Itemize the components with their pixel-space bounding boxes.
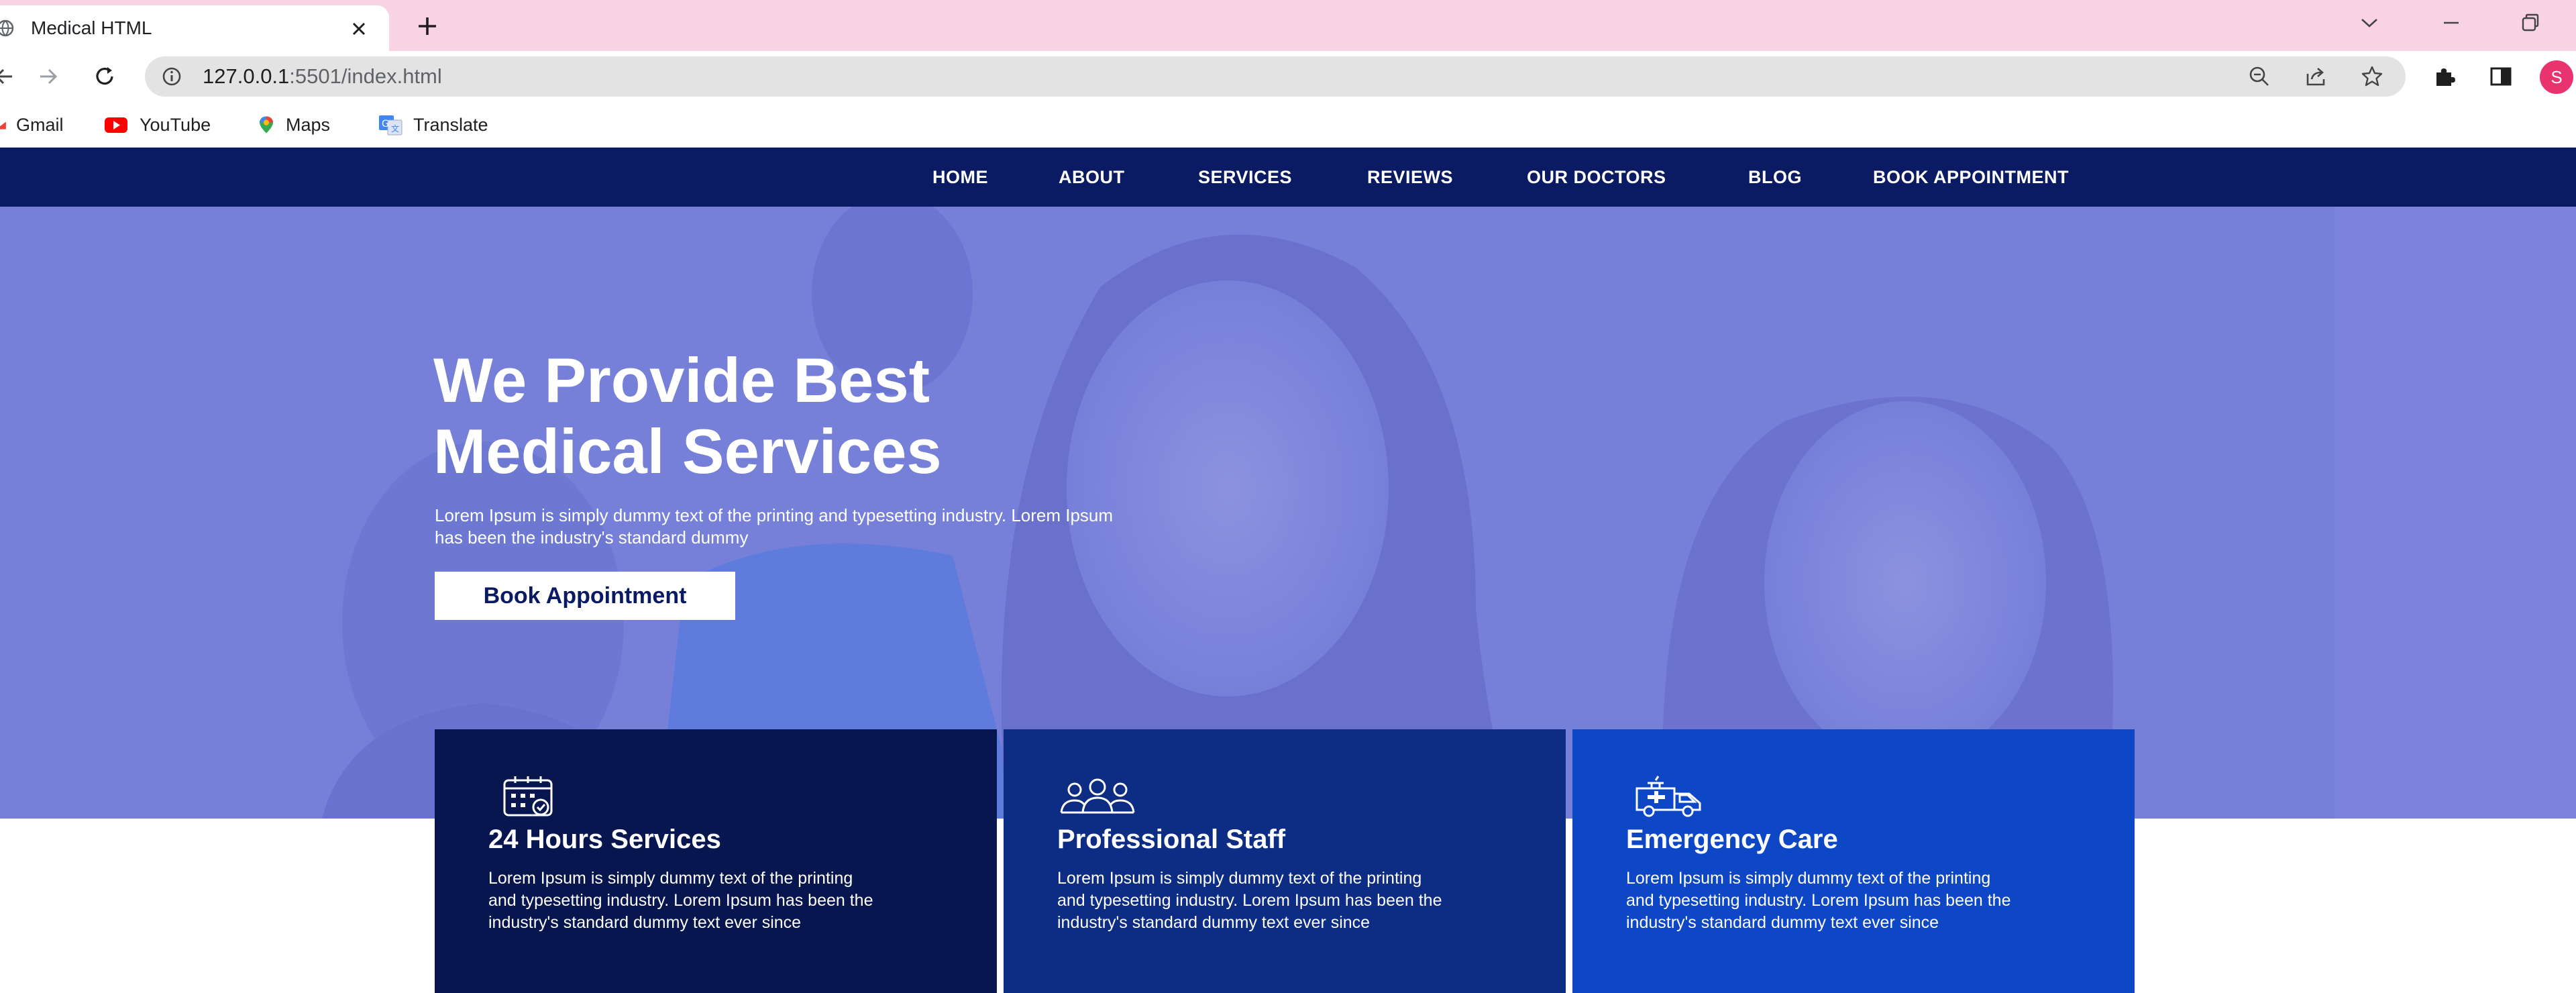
nav-link-home[interactable]: HOME — [932, 148, 988, 207]
bookmark-label: YouTube — [140, 114, 211, 135]
nav-link-blog[interactable]: BLOG — [1748, 148, 1802, 207]
calendar-icon — [503, 776, 553, 817]
url-path: :5501/index.html — [289, 64, 442, 88]
bookmark-youtube[interactable]: YouTube — [102, 102, 211, 148]
bookmark-star-icon[interactable] — [2360, 64, 2384, 89]
tab-search-chevron-icon[interactable] — [2356, 9, 2383, 36]
minimize-icon[interactable] — [2438, 9, 2465, 36]
card-text-line: industry's standard dummy text ever sinc… — [1057, 913, 1371, 932]
card-text-line: and typesetting industry. Lorem Ipsum ha… — [1057, 891, 1442, 910]
card-text-line: and typesetting industry. Lorem Ipsum ha… — [1626, 891, 2011, 910]
restore-window-icon[interactable] — [2517, 9, 2544, 36]
book-appointment-button[interactable]: Book Appointment — [435, 572, 735, 620]
url-host: 127.0.0.1 — [203, 64, 290, 88]
nav-link-reviews[interactable]: REVIEWS — [1367, 148, 1453, 207]
service-card-emergency-care: Emergency Care Lorem Ipsum is simply dum… — [1572, 729, 2135, 993]
maps-icon — [260, 116, 273, 134]
service-card-title: Professional Staff — [1057, 825, 1286, 854]
hero-description-line: has been the industry's standard dummy — [435, 527, 749, 547]
card-text-line: Lorem Ipsum is simply dummy text of the … — [1626, 869, 1991, 888]
new-tab-plus-icon[interactable] — [415, 13, 440, 39]
site-info-icon[interactable] — [161, 66, 182, 87]
nav-link-our-doctors[interactable]: OUR DOCTORS — [1527, 148, 1666, 207]
reload-icon[interactable] — [91, 63, 118, 90]
bookmark-label: Gmail — [16, 114, 64, 135]
profile-avatar[interactable]: S — [2540, 60, 2573, 94]
card-text-line: industry's standard dummy text ever sinc… — [1626, 913, 1939, 932]
browser-toolbar: 127.0.0.1:5501/index.html S — [0, 51, 2576, 102]
share-icon[interactable] — [2304, 64, 2328, 89]
bookmark-maps[interactable]: Maps — [256, 102, 330, 148]
hero-title: We Provide Best Medical Services — [433, 345, 1305, 487]
extensions-puzzle-icon[interactable] — [2431, 63, 2458, 90]
nav-link-about[interactable]: ABOUT — [1059, 148, 1125, 207]
bookmark-label: Translate — [413, 114, 488, 135]
forward-arrow-icon[interactable] — [35, 63, 62, 90]
nav-link-book-appointment[interactable]: BOOK APPOINTMENT — [1873, 148, 2069, 207]
service-card-title: Emergency Care — [1626, 825, 1838, 854]
tab-title: Medical HTML — [31, 17, 152, 38]
hero-background-photo — [0, 207, 2576, 819]
site-navbar: HOME ABOUT SERVICES REVIEWS OUR DOCTORS … — [0, 148, 2576, 207]
card-text-line: and typesetting industry. Lorem Ipsum ha… — [488, 891, 873, 910]
url-text: 127.0.0.1:5501/index.html — [203, 56, 442, 97]
translate-icon: G 文 — [379, 115, 402, 136]
zoom-out-icon[interactable] — [2247, 64, 2271, 89]
service-card-title: 24 Hours Services — [488, 825, 721, 854]
hero-title-line: We Provide Best — [433, 345, 930, 415]
bookmark-label: Maps — [286, 114, 331, 135]
service-card-professional-staff: Professional Staff Lorem Ipsum is simply… — [1004, 729, 1566, 993]
back-arrow-icon[interactable] — [0, 63, 17, 90]
globe-icon — [0, 19, 14, 37]
service-card-text: Lorem Ipsum is simply dummy text of the … — [1626, 868, 2109, 934]
gmail-icon — [0, 121, 6, 129]
bookmark-gmail[interactable]: Gmail — [0, 102, 64, 148]
hero-title-line: Medical Services — [433, 416, 942, 486]
bookmark-translate[interactable]: G 文 Translate — [377, 102, 488, 148]
browser-tabstrip: Medical HTML — [0, 0, 2576, 51]
bookmarks-bar: Gmail YouTube Maps G 文 Translate — [0, 102, 2576, 148]
close-icon[interactable] — [347, 17, 370, 40]
browser-tab-active[interactable]: Medical HTML — [0, 5, 389, 51]
svg-text:文: 文 — [391, 123, 399, 134]
side-panel-icon[interactable] — [2487, 63, 2514, 90]
service-card-text: Lorem Ipsum is simply dummy text of the … — [488, 868, 971, 934]
hero-section: We Provide Best Medical Services Lorem I… — [0, 207, 2576, 819]
staff-group-icon — [1060, 778, 1135, 814]
ambulance-icon — [1635, 776, 1701, 817]
hero-description: Lorem Ipsum is simply dummy text of the … — [435, 505, 1240, 549]
card-text-line: Lorem Ipsum is simply dummy text of the … — [1057, 869, 1422, 888]
card-text-line: industry's standard dummy text ever sinc… — [488, 913, 802, 932]
hero-description-line: Lorem Ipsum is simply dummy text of the … — [435, 505, 1114, 525]
service-card-24-hours: 24 Hours Services Lorem Ipsum is simply … — [435, 729, 997, 993]
svg-text:G: G — [382, 119, 389, 129]
nav-link-services[interactable]: SERVICES — [1198, 148, 1292, 207]
card-text-line: Lorem Ipsum is simply dummy text of the … — [488, 869, 853, 888]
service-card-text: Lorem Ipsum is simply dummy text of the … — [1057, 868, 1540, 934]
address-bar[interactable]: 127.0.0.1:5501/index.html — [145, 56, 2406, 97]
youtube-icon — [105, 117, 127, 133]
